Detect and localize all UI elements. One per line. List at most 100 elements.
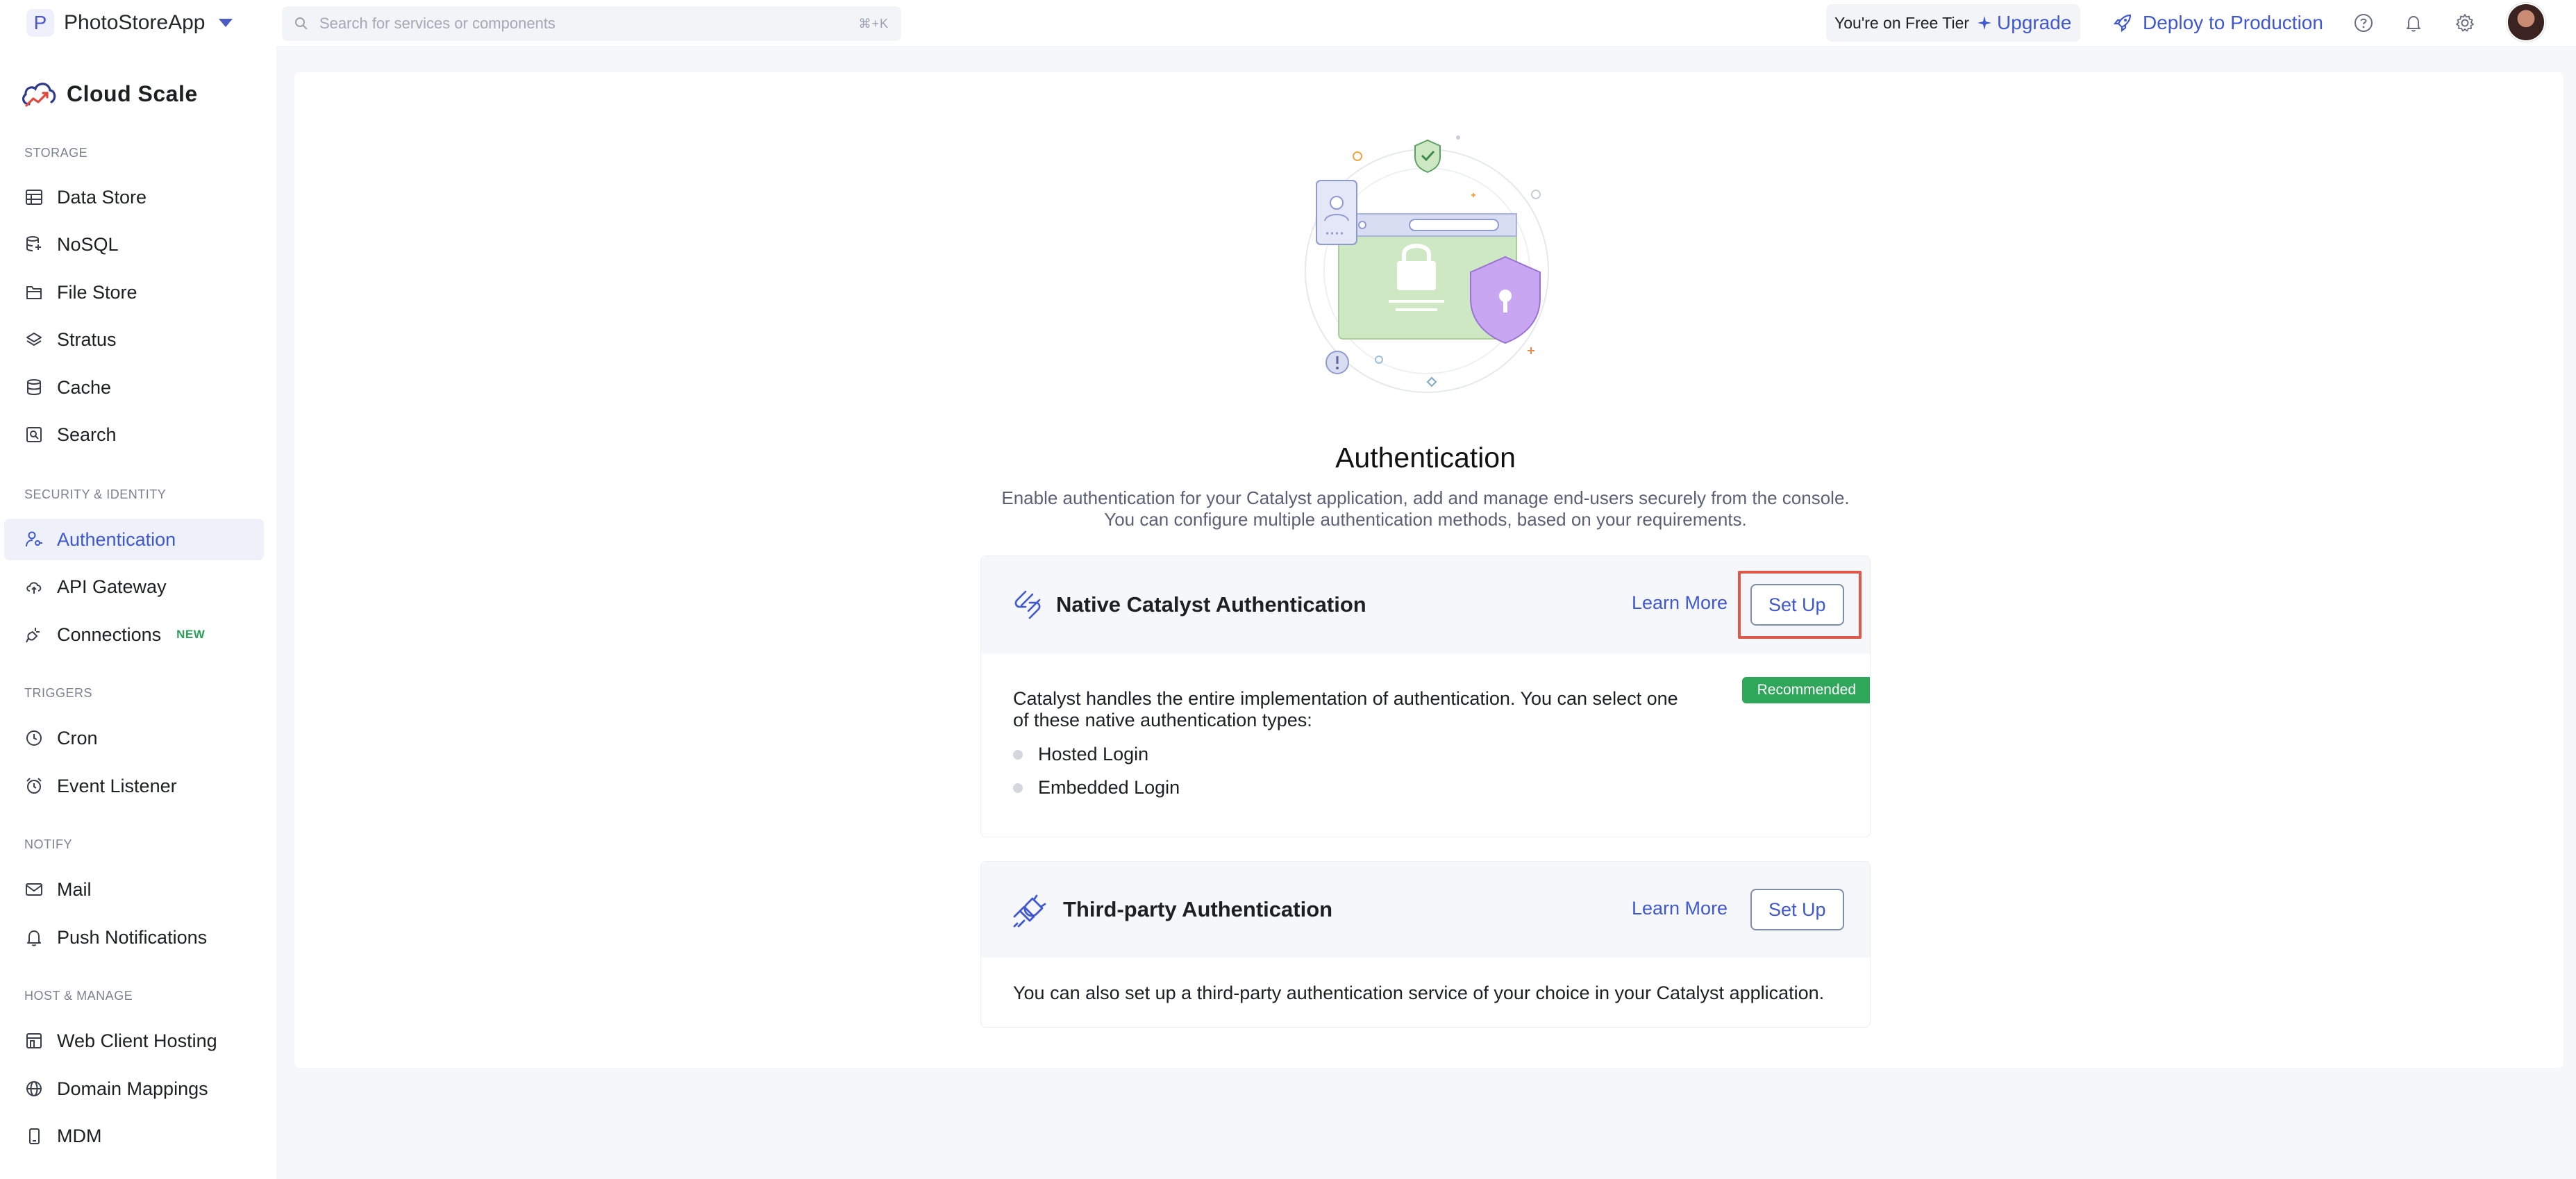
new-badge: NEW xyxy=(176,628,206,641)
sidebar-item-label: Authentication xyxy=(57,528,176,550)
app-badge: P xyxy=(26,9,54,37)
section-triggers: TRIGGERS xyxy=(24,686,93,700)
upgrade-label: Upgrade xyxy=(1997,12,2072,33)
sidebar-item-label: Search xyxy=(57,424,117,445)
chevron-down-icon xyxy=(219,19,233,27)
sidebar-item-label: Event Listener xyxy=(57,775,177,796)
globe-icon xyxy=(24,1078,44,1099)
deploy-label: Deploy to Production xyxy=(2143,12,2323,33)
sidebar-item-push-notifications[interactable]: Push Notifications xyxy=(4,917,264,958)
sidebar-item-nosql[interactable]: NoSQL xyxy=(4,224,264,265)
third-party-learn-more-link[interactable]: Learn More xyxy=(1632,898,1728,919)
third-party-auth-description: You can also set up a third-party authen… xyxy=(1013,983,1825,1003)
sidebar-item-cron[interactable]: Cron xyxy=(4,717,264,759)
third-party-auth-icon xyxy=(1013,894,1046,928)
top-bar: P PhotoStoreApp ⌘+K You're on Free Tier … xyxy=(0,0,2576,46)
sidebar-item-domain-mappings[interactable]: Domain Mappings xyxy=(4,1068,264,1110)
table-icon xyxy=(24,187,44,208)
section-notify: NOTIFY xyxy=(24,837,72,851)
alarm-icon xyxy=(24,776,44,796)
layers-icon xyxy=(24,329,44,350)
page-description: Enable authentication for your Catalyst … xyxy=(972,487,1879,530)
rocket-icon xyxy=(2113,14,2132,33)
sidebar-item-mail[interactable]: Mail xyxy=(4,869,264,910)
bell-icon xyxy=(24,927,44,948)
section-storage: STORAGE xyxy=(24,146,88,160)
native-auth-description: Catalyst handles the entire implementati… xyxy=(1013,688,1678,730)
native-learn-more-link[interactable]: Learn More xyxy=(1632,592,1728,614)
description-line: You can configure multiple authenticatio… xyxy=(1104,509,1747,530)
sidebar: Cloud Scale STORAGE Data Store NoSQL Fil… xyxy=(0,46,276,1179)
upgrade-link[interactable]: Upgrade xyxy=(1976,12,2071,34)
bell-icon[interactable] xyxy=(2401,10,2426,35)
sidebar-item-authentication[interactable]: Authentication xyxy=(4,519,264,560)
third-party-setup-button[interactable]: Set Up xyxy=(1750,889,1844,930)
third-party-auth-card: Third-party Authentication Learn More Se… xyxy=(980,861,1871,1028)
sidebar-item-label: Cache xyxy=(57,376,112,398)
native-auth-icon xyxy=(1014,590,1041,619)
stack-icon xyxy=(24,377,44,398)
phone-icon xyxy=(24,1126,44,1146)
app-name: PhotoStoreApp xyxy=(64,11,206,34)
list-item: Hosted Login xyxy=(1013,744,1148,765)
native-auth-card: Native Catalyst Authentication Learn Mor… xyxy=(980,555,1871,837)
sidebar-item-label: Push Notifications xyxy=(57,926,208,948)
sidebar-item-label: Mail xyxy=(57,878,92,900)
native-auth-header: Native Catalyst Authentication Learn Mor… xyxy=(981,556,1870,653)
folder-icon xyxy=(24,282,44,303)
sidebar-item-connections[interactable]: Connections NEW xyxy=(4,614,264,655)
third-party-auth-header: Third-party Authentication Learn More Se… xyxy=(981,862,1870,958)
help-icon[interactable] xyxy=(2351,10,2376,35)
search-bar[interactable]: ⌘+K xyxy=(282,6,901,41)
user-avatar[interactable] xyxy=(2507,3,2545,42)
sidebar-item-cache[interactable]: Cache xyxy=(4,367,264,408)
native-setup-button[interactable]: Set Up xyxy=(1750,584,1844,626)
database-icon xyxy=(24,234,44,255)
list-item: Embedded Login xyxy=(1013,777,1180,798)
cloud-gateway-icon xyxy=(24,576,44,597)
sidebar-item-stratus[interactable]: Stratus xyxy=(4,319,264,360)
sidebar-item-label: Domain Mappings xyxy=(57,1078,208,1099)
sidebar-item-event-listener[interactable]: Event Listener xyxy=(4,765,264,807)
sparkle-icon xyxy=(1977,16,1992,30)
app-switcher[interactable]: P PhotoStoreApp xyxy=(26,6,233,40)
deploy-to-production-button[interactable]: Deploy to Production xyxy=(2112,6,2323,40)
sidebar-item-web-client-hosting[interactable]: Web Client Hosting xyxy=(4,1020,264,1062)
sidebar-item-search[interactable]: Search xyxy=(4,414,264,455)
description-line: Enable authentication for your Catalyst … xyxy=(1001,487,1850,508)
cloud-scale-logo-icon xyxy=(22,83,56,107)
clock-icon xyxy=(24,728,44,749)
sidebar-item-data-store[interactable]: Data Store xyxy=(4,176,264,218)
third-party-auth-title: Third-party Authentication xyxy=(1063,897,1333,921)
sidebar-item-label: Stratus xyxy=(57,328,117,350)
search-icon xyxy=(295,17,308,30)
sidebar-item-file-store[interactable]: File Store xyxy=(4,271,264,313)
sidebar-item-label: NoSQL xyxy=(57,233,119,255)
sidebar-item-label: Data Store xyxy=(57,186,147,208)
option-label: Embedded Login xyxy=(1038,777,1180,798)
mail-icon xyxy=(24,879,44,900)
tier-banner: You're on Free Tier Upgrade xyxy=(1826,4,2080,42)
sidebar-item-mdm[interactable]: MDM xyxy=(4,1115,264,1157)
sidebar-item-api-gateway[interactable]: API Gateway xyxy=(4,566,264,608)
search-input[interactable] xyxy=(319,15,859,33)
brand-name: Cloud Scale xyxy=(67,81,198,106)
sidebar-item-label: Connections xyxy=(57,624,162,645)
option-label: Hosted Login xyxy=(1038,744,1149,764)
page-title: Authentication xyxy=(1335,442,1516,474)
sidebar-item-label: File Store xyxy=(57,281,137,303)
bullet-dot xyxy=(1013,749,1023,760)
search-shortcut: ⌘+K xyxy=(858,16,889,31)
gear-icon[interactable] xyxy=(2452,10,2477,35)
bullet-dot xyxy=(1013,783,1023,793)
authentication-illustration-icon xyxy=(1305,135,1549,393)
section-security: SECURITY & IDENTITY xyxy=(24,487,167,501)
tier-text: You're on Free Tier xyxy=(1834,13,1970,32)
user-key-icon xyxy=(24,529,44,550)
brand: Cloud Scale xyxy=(19,78,198,110)
sidebar-item-label: Web Client Hosting xyxy=(57,1030,217,1051)
section-host-manage: HOST & MANAGE xyxy=(24,989,133,1003)
recommended-badge: Recommended xyxy=(1741,677,1870,703)
native-auth-title: Native Catalyst Authentication xyxy=(1056,592,1366,617)
search-box-icon xyxy=(24,424,44,445)
